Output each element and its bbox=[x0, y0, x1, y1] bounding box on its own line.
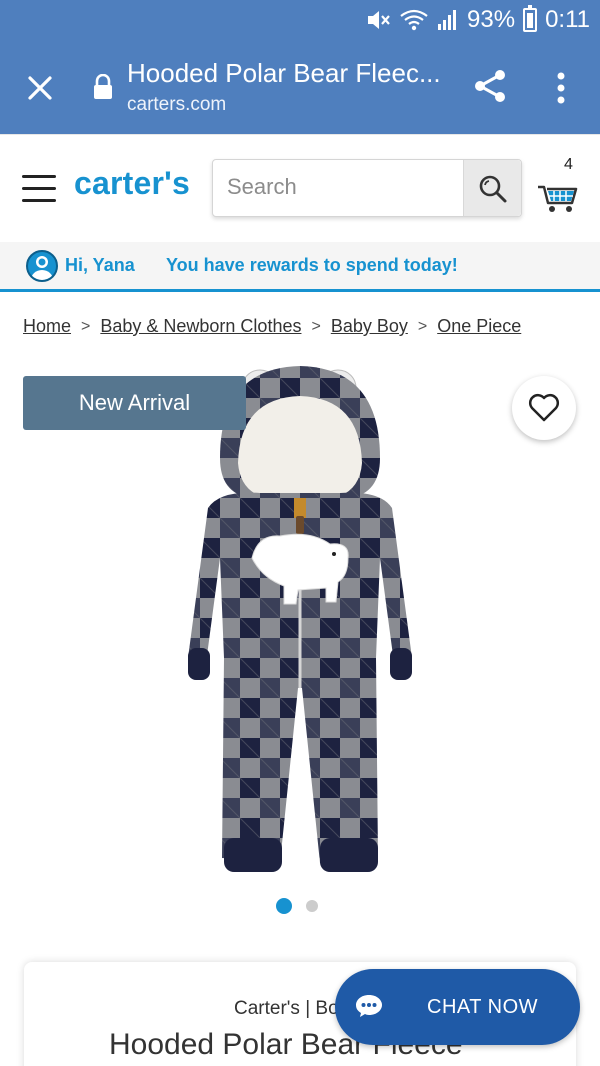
wifi-icon bbox=[400, 9, 428, 31]
search-field[interactable]: Search bbox=[212, 159, 522, 217]
status-icons: 93% 0:11 bbox=[365, 5, 590, 34]
page-root: 93% 0:11 Hooded Polar Bear Fleec... cart… bbox=[0, 0, 600, 1066]
site-header: carter's Search 4 bbox=[0, 134, 600, 242]
page-title: Hooded Polar Bear Fleec... bbox=[127, 58, 441, 88]
browser-toolbar: 93% 0:11 Hooded Polar Bear Fleec... cart… bbox=[0, 0, 600, 134]
clock: 0:11 bbox=[545, 6, 590, 33]
mute-icon bbox=[368, 11, 390, 29]
close-icon[interactable] bbox=[22, 70, 58, 106]
product-brand: Carter's | Bo bbox=[234, 998, 339, 1019]
carousel-dot[interactable] bbox=[306, 900, 318, 912]
chat-bubble-icon bbox=[356, 995, 382, 1017]
breadcrumb-separator: > bbox=[81, 317, 91, 335]
breadcrumb-home[interactable]: Home bbox=[23, 316, 71, 337]
brand-logo[interactable]: carter's bbox=[74, 165, 190, 202]
product-gallery[interactable]: New Arrival bbox=[0, 348, 600, 938]
breadcrumb-separator: > bbox=[417, 317, 428, 335]
search-button[interactable] bbox=[463, 160, 521, 216]
chat-now-button[interactable]: CHAT NOW bbox=[335, 969, 580, 1045]
search-input[interactable]: Search bbox=[227, 174, 297, 200]
search-icon bbox=[479, 175, 507, 203]
battery-icon bbox=[523, 5, 538, 32]
carousel-dot-active[interactable] bbox=[276, 898, 292, 914]
cart-icon[interactable] bbox=[536, 157, 580, 217]
breadcrumb-one-piece[interactable]: One Piece bbox=[437, 316, 521, 337]
breadcrumb: Home > Baby & Newborn Clothes > Baby Boy… bbox=[23, 316, 521, 337]
product-image[interactable] bbox=[180, 358, 420, 888]
hamburger-menu-icon[interactable] bbox=[22, 175, 58, 203]
carousel-indicator bbox=[276, 898, 318, 914]
page-url: carters.com bbox=[127, 94, 227, 115]
battery-percent: 93% bbox=[467, 6, 516, 33]
more-vert-icon[interactable] bbox=[549, 70, 573, 106]
share-icon[interactable] bbox=[470, 66, 510, 106]
heart-icon bbox=[528, 393, 560, 422]
status-bar: 93% 0:11 bbox=[0, 0, 600, 44]
new-arrival-badge: New Arrival bbox=[23, 376, 246, 430]
lock-icon bbox=[94, 74, 112, 99]
chat-now-label: CHAT NOW bbox=[427, 996, 539, 1018]
user-avatar-icon[interactable] bbox=[26, 250, 58, 282]
breadcrumb-baby-newborn[interactable]: Baby & Newborn Clothes bbox=[100, 316, 301, 337]
signal-icon bbox=[438, 10, 457, 30]
breadcrumb-separator: > bbox=[311, 317, 321, 335]
person-icon bbox=[31, 256, 53, 280]
favorite-button[interactable] bbox=[512, 376, 576, 440]
breadcrumb-baby-boy[interactable]: Baby Boy bbox=[331, 316, 408, 337]
rewards-message[interactable]: You have rewards to spend today! bbox=[166, 255, 458, 276]
greeting-text[interactable]: Hi, Yana bbox=[65, 255, 135, 276]
rewards-bar[interactable]: Hi, Yana You have rewards to spend today… bbox=[0, 242, 600, 292]
